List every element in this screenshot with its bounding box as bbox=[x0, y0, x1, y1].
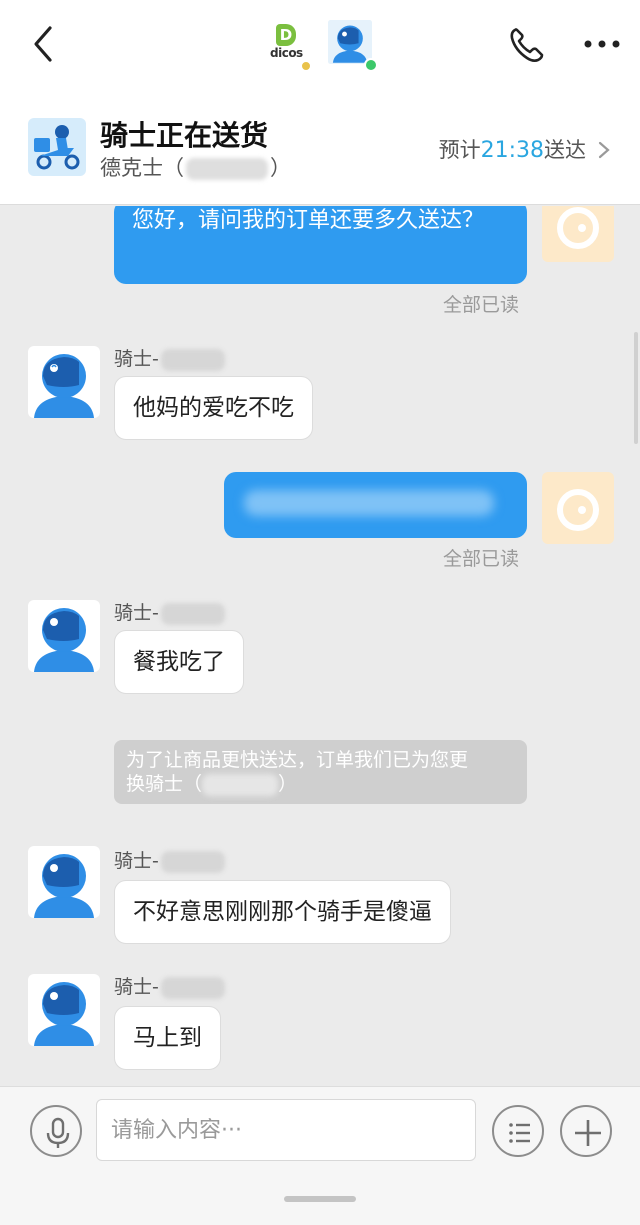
incoming-message-4[interactable]: 马上到 bbox=[114, 1006, 221, 1070]
top-nav-bar: D dicos bbox=[0, 0, 640, 90]
rider-helmet-icon bbox=[34, 854, 94, 918]
outgoing-message-1[interactable]: 您好，请问我的订单还要多久送达？ bbox=[114, 206, 527, 284]
add-attachment-button[interactable] bbox=[560, 1105, 612, 1157]
message-input-bar bbox=[0, 1086, 640, 1172]
rider-helmet-icon bbox=[328, 20, 372, 64]
store-name: 德克士（ ） bbox=[100, 152, 291, 182]
message-input[interactable] bbox=[96, 1099, 476, 1161]
eleme-logo-icon bbox=[557, 207, 599, 249]
eta-prefix: 预计 bbox=[438, 138, 481, 162]
online-status-dot bbox=[364, 58, 378, 72]
rider-avatar-top[interactable] bbox=[328, 20, 372, 64]
sender-name: 骑士- bbox=[114, 598, 225, 625]
my-avatar[interactable] bbox=[542, 472, 614, 544]
dicos-logo[interactable]: D dicos bbox=[268, 24, 312, 72]
chat-participants: D dicos bbox=[268, 20, 378, 72]
blurred-store-branch bbox=[186, 158, 268, 180]
sender-name: 骑士- bbox=[114, 344, 225, 371]
system-notice: 为了让商品更快送达，订单我们已为您更 换骑士（ ） bbox=[114, 740, 527, 804]
more-button[interactable] bbox=[580, 30, 624, 58]
chevron-right-icon bbox=[598, 141, 610, 159]
delivery-status-title: 骑士正在送货 bbox=[100, 119, 269, 152]
home-indicator[interactable] bbox=[284, 1196, 356, 1202]
home-indicator-area bbox=[0, 1172, 640, 1225]
phone-button[interactable] bbox=[505, 22, 549, 66]
phone-icon bbox=[510, 28, 544, 62]
rider-helmet-icon bbox=[34, 608, 94, 672]
quick-reply-button[interactable] bbox=[492, 1105, 544, 1157]
blurred-message-text bbox=[244, 490, 494, 516]
sender-name: 骑士- bbox=[114, 846, 225, 873]
system-notice-line2: 换骑士（ bbox=[126, 773, 203, 795]
rider-avatar[interactable] bbox=[28, 974, 100, 1046]
rider-avatar[interactable] bbox=[28, 846, 100, 918]
eta-info[interactable]: 预计21:38送达 bbox=[439, 134, 614, 164]
microphone-icon bbox=[46, 1117, 70, 1148]
dicos-mark: D bbox=[276, 24, 296, 46]
delivery-status-header[interactable]: 骑士正在送货 德克士（ ） 预计21:38送达 bbox=[0, 90, 640, 205]
system-notice-line1: 为了让商品更快送达，订单我们已为您更 bbox=[126, 749, 469, 771]
incoming-message-3[interactable]: 不好意思刚刚那个骑手是傻逼 bbox=[114, 880, 451, 944]
my-avatar[interactable] bbox=[542, 206, 614, 262]
blurred-rider-name bbox=[160, 348, 225, 371]
incoming-message-1[interactable]: 他妈的爱吃不吃 bbox=[114, 376, 313, 440]
list-menu-icon bbox=[509, 1123, 530, 1143]
sender-name-text: 骑士- bbox=[114, 850, 159, 872]
rider-helmet-icon bbox=[34, 982, 94, 1046]
outgoing-message-2[interactable] bbox=[224, 472, 527, 538]
sender-name-text: 骑士- bbox=[114, 348, 159, 370]
dicos-logo-text: dicos bbox=[270, 46, 303, 60]
blurred-rider-name bbox=[160, 976, 225, 999]
eta-suffix: 送达 bbox=[544, 138, 586, 162]
chat-message-list[interactable]: 您好，请问我的订单还要多久送达？ 全部已读 骑士- 他妈的爱吃不吃 全部已读 骑… bbox=[0, 206, 640, 1086]
store-badge bbox=[300, 60, 312, 72]
eta-time: 21:38 bbox=[480, 138, 544, 163]
scrollbar[interactable] bbox=[634, 332, 638, 444]
store-name-text: 德克士（ bbox=[100, 156, 184, 180]
chevron-left-icon bbox=[34, 26, 52, 62]
more-dots-icon bbox=[584, 40, 620, 48]
system-notice-close: ） bbox=[278, 773, 298, 795]
voice-input-button[interactable] bbox=[30, 1105, 82, 1157]
delivery-scooter-icon bbox=[28, 118, 86, 176]
blurred-new-rider bbox=[202, 773, 279, 796]
sender-name: 骑士- bbox=[114, 972, 225, 999]
incoming-message-2[interactable]: 餐我吃了 bbox=[114, 630, 244, 694]
read-receipt-1: 全部已读 bbox=[443, 294, 520, 316]
rider-avatar[interactable] bbox=[28, 600, 100, 672]
read-receipt-2: 全部已读 bbox=[443, 548, 520, 570]
rider-helmet-icon bbox=[34, 354, 94, 418]
sender-name-text: 骑士- bbox=[114, 976, 159, 998]
sender-name-text: 骑士- bbox=[114, 602, 159, 624]
plus-icon bbox=[575, 1120, 601, 1146]
blurred-rider-name bbox=[160, 602, 225, 625]
blurred-rider-name bbox=[160, 850, 225, 873]
rider-avatar[interactable] bbox=[28, 346, 100, 418]
outgoing-message-1-text: 您好，请问我的订单还要多久送达？ bbox=[132, 208, 485, 233]
store-name-close: ） bbox=[270, 156, 291, 180]
eleme-logo-icon bbox=[557, 489, 599, 531]
back-button[interactable] bbox=[22, 22, 66, 66]
